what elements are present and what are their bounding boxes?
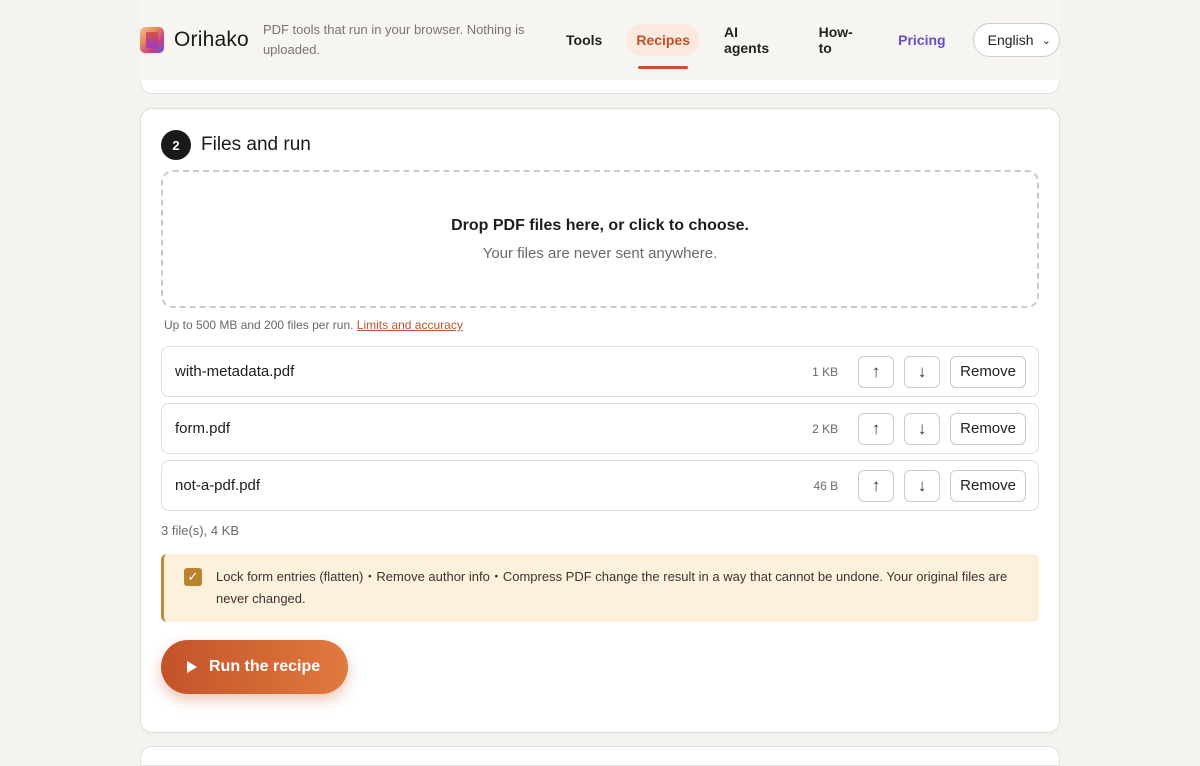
- move-up-button[interactable]: ↑: [858, 412, 895, 445]
- run-recipe-label: Run the recipe: [209, 658, 321, 675]
- site-header: Orihako PDF tools that run in your brows…: [140, 0, 1060, 80]
- move-down-button[interactable]: ↓: [904, 355, 941, 388]
- tagline: PDF tools that run in your browser. Noth…: [262, 22, 525, 57]
- files-summary: 3 file(s), 4 KB: [161, 523, 240, 538]
- step-number-badge: 2: [161, 130, 191, 160]
- language-select[interactable]: English ⌄: [972, 23, 1060, 57]
- remove-button[interactable]: Remove: [950, 412, 1026, 445]
- orihako-logo-icon[interactable]: [140, 27, 164, 53]
- move-down-button[interactable]: ↓: [904, 469, 941, 502]
- move-down-button[interactable]: ↓: [904, 412, 941, 445]
- dropzone-sub-text: Your files are never sent anywhere.: [482, 244, 718, 262]
- confirm-checkbox[interactable]: ✓: [184, 568, 202, 586]
- arrow-up-icon: ↑: [871, 475, 881, 495]
- arrow-down-icon: ↓: [917, 475, 927, 495]
- limits-note: Up to 500 MB and 200 files per run. Limi…: [164, 318, 463, 332]
- arrow-up-icon: ↑: [871, 361, 881, 381]
- file-name: form.pdf: [175, 420, 231, 437]
- nav-tools[interactable]: Tools: [556, 24, 612, 56]
- file-dropzone[interactable]: Drop PDF files here, or click to choose.…: [161, 170, 1039, 308]
- language-value: English: [987, 32, 1034, 48]
- file-name: not-a-pdf.pdf: [175, 477, 261, 494]
- remove-button[interactable]: Remove: [950, 469, 1026, 502]
- limits-link[interactable]: Limits and accuracy: [357, 318, 463, 332]
- checkmark-icon: ✓: [187, 569, 199, 584]
- file-row: form.pdf 2 KB ↑ ↓ Remove: [161, 403, 1039, 454]
- run-recipe-button[interactable]: Run the recipe: [161, 640, 348, 694]
- dropzone-main-text: Drop PDF files here, or click to choose.: [451, 216, 749, 234]
- limits-text: Up to 500 MB and 200 files per run.: [164, 318, 357, 332]
- file-name: with-metadata.pdf: [175, 363, 295, 380]
- warning-text: Lock form entries (flatten)・Remove autho…: [216, 569, 1008, 606]
- brand-name[interactable]: Orihako: [174, 28, 249, 52]
- files-and-run-card: 2 Files and run Drop PDF files here, or …: [140, 108, 1060, 733]
- previous-card-edge: [140, 80, 1060, 94]
- irreversible-warning: ✓ Lock form entries (flatten)・Remove aut…: [161, 554, 1039, 622]
- file-size: 1 KB: [812, 364, 839, 379]
- step-title: Files and run: [201, 134, 311, 155]
- move-up-button[interactable]: ↑: [858, 469, 895, 502]
- arrow-down-icon: ↓: [917, 361, 927, 381]
- step-header: 2 Files and run: [161, 130, 311, 160]
- file-size: 2 KB: [812, 421, 839, 436]
- nav-pricing[interactable]: Pricing: [888, 24, 955, 56]
- nav-ai-agents[interactable]: AI agents: [714, 16, 795, 64]
- play-icon: [187, 661, 197, 673]
- move-up-button[interactable]: ↑: [858, 355, 895, 388]
- nav-how-to[interactable]: How-to: [809, 16, 875, 64]
- chevron-down-icon: ⌄: [1041, 34, 1051, 47]
- remove-button[interactable]: Remove: [950, 355, 1026, 388]
- file-row: not-a-pdf.pdf 46 B ↑ ↓ Remove: [161, 460, 1039, 511]
- next-card-edge: [140, 746, 1060, 766]
- arrow-down-icon: ↓: [917, 418, 927, 438]
- file-size: 46 B: [813, 478, 839, 493]
- arrow-up-icon: ↑: [871, 418, 881, 438]
- main-nav: Tools Recipes AI agents How-to Pricing E…: [549, 16, 1060, 69]
- nav-recipes[interactable]: Recipes: [626, 24, 701, 69]
- file-row: with-metadata.pdf 1 KB ↑ ↓ Remove: [161, 346, 1039, 397]
